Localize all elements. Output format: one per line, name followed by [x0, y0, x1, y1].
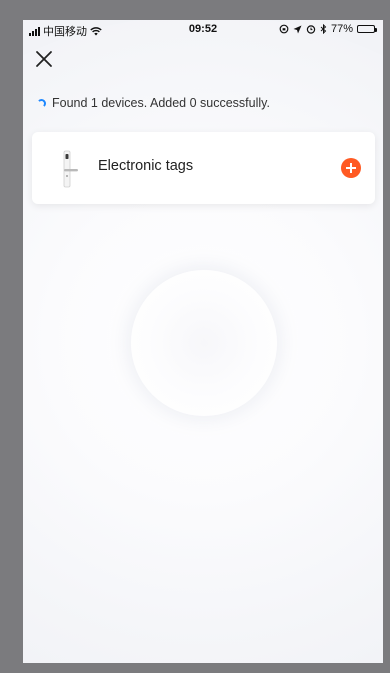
phone-screen: 中国移动 09:52 77% Found 1 devices. Added 0 …: [23, 20, 383, 663]
status-bar: 中国移动 09:52 77%: [23, 20, 383, 40]
status-right: 77%: [279, 23, 377, 35]
location-icon: [293, 25, 302, 33]
orientation-lock-icon: [279, 24, 289, 34]
scan-status: Found 1 devices. Added 0 successfully.: [37, 96, 270, 110]
battery-icon: [357, 25, 377, 33]
door-lock-icon: [63, 150, 78, 188]
bluetooth-icon: [320, 24, 327, 34]
close-icon: [36, 51, 52, 67]
scan-radar-circle: [131, 270, 277, 416]
device-card[interactable]: Electronic tags: [32, 132, 375, 204]
scan-status-text: Found 1 devices. Added 0 successfully.: [52, 96, 270, 110]
battery-percent: 77%: [330, 23, 353, 35]
device-name: Electronic tags: [98, 158, 194, 174]
alarm-icon: [306, 25, 316, 34]
spinner-icon: [37, 98, 46, 108]
close-button[interactable]: [33, 48, 55, 70]
add-device-button[interactable]: [341, 158, 361, 178]
